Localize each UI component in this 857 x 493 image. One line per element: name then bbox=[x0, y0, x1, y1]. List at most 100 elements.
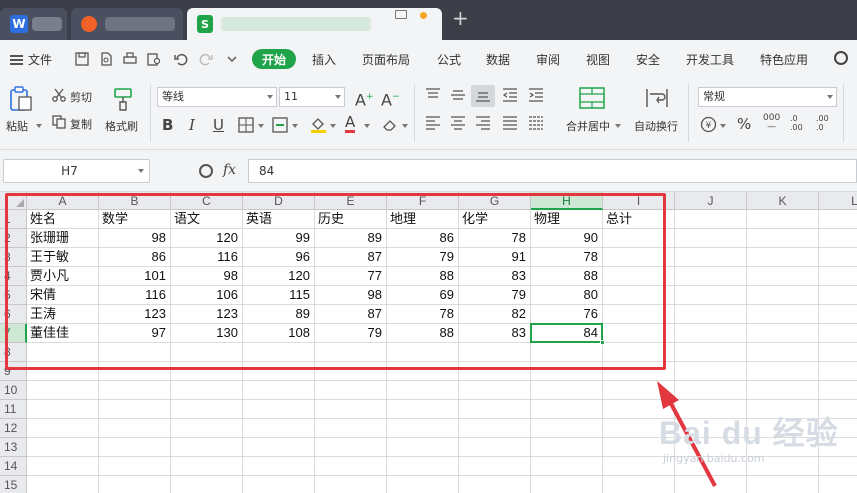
thousands-separator-icon[interactable]: 000— bbox=[763, 114, 780, 132]
column-header-j[interactable]: J bbox=[675, 192, 747, 210]
increase-indent-icon[interactable] bbox=[528, 88, 544, 102]
cell-h11[interactable] bbox=[531, 400, 603, 419]
cell-l4[interactable] bbox=[819, 267, 857, 286]
cell-b15[interactable] bbox=[99, 476, 171, 493]
cell-b13[interactable] bbox=[99, 438, 171, 457]
cell-j8[interactable] bbox=[675, 343, 747, 362]
cell-f11[interactable] bbox=[387, 400, 459, 419]
cell-a15[interactable] bbox=[27, 476, 99, 493]
cell-g12[interactable] bbox=[459, 419, 531, 438]
zoom-formula-icon[interactable] bbox=[199, 164, 213, 178]
cell-f12[interactable] bbox=[387, 419, 459, 438]
align-middle-icon[interactable] bbox=[450, 88, 466, 102]
menu-item-developer[interactable]: 开发工具 bbox=[686, 51, 734, 68]
cell-l1[interactable] bbox=[819, 210, 857, 229]
cell-f13[interactable] bbox=[387, 438, 459, 457]
menu-item-formulas[interactable]: 公式 bbox=[437, 51, 461, 68]
cell-j5[interactable] bbox=[675, 286, 747, 305]
cell-b12[interactable] bbox=[99, 419, 171, 438]
decrease-decimal-icon[interactable]: .00.0 bbox=[816, 114, 829, 132]
name-box[interactable]: H7 bbox=[3, 159, 150, 183]
redo-icon[interactable] bbox=[199, 52, 213, 66]
merge-center-label[interactable]: 合并居中 bbox=[566, 118, 610, 134]
cell-l3[interactable] bbox=[819, 248, 857, 267]
cell-l8[interactable] bbox=[819, 343, 857, 362]
wrap-text-label[interactable]: 自动换行 bbox=[634, 118, 678, 134]
cell-d11[interactable] bbox=[243, 400, 315, 419]
font-name-select[interactable]: 等线 bbox=[157, 87, 277, 107]
cell-k6[interactable] bbox=[747, 305, 819, 324]
cell-l5[interactable] bbox=[819, 286, 857, 305]
print-icon[interactable] bbox=[123, 52, 137, 66]
increase-font-size-icon[interactable]: A+ bbox=[355, 89, 374, 108]
save-icon[interactable] bbox=[75, 52, 89, 66]
cell-j2[interactable] bbox=[675, 229, 747, 248]
cell-c12[interactable] bbox=[171, 419, 243, 438]
copy-icon[interactable] bbox=[52, 115, 66, 129]
cell-a11[interactable] bbox=[27, 400, 99, 419]
add-tab-button[interactable]: + bbox=[452, 8, 469, 28]
decrease-font-size-icon[interactable]: A− bbox=[381, 89, 400, 108]
cell-d10[interactable] bbox=[243, 381, 315, 400]
currency-icon[interactable]: ¥ bbox=[700, 116, 717, 133]
cell-b10[interactable] bbox=[99, 381, 171, 400]
cut-button-label[interactable]: 剪切 bbox=[70, 89, 92, 105]
cell-c10[interactable] bbox=[171, 381, 243, 400]
paste-dropdown-icon[interactable] bbox=[36, 124, 42, 128]
menu-item-data[interactable]: 数据 bbox=[486, 51, 510, 68]
cell-e13[interactable] bbox=[315, 438, 387, 457]
cell-k15[interactable] bbox=[747, 476, 819, 493]
cell-l2[interactable] bbox=[819, 229, 857, 248]
cell-style-icon[interactable] bbox=[272, 117, 288, 133]
cell-e10[interactable] bbox=[315, 381, 387, 400]
undo-icon[interactable] bbox=[174, 52, 188, 66]
format-painter-icon[interactable] bbox=[112, 86, 134, 112]
borders-dropdown-icon[interactable] bbox=[258, 124, 264, 128]
cell-e12[interactable] bbox=[315, 419, 387, 438]
copy-button-label[interactable]: 复制 bbox=[70, 116, 92, 132]
merge-center-dropdown-icon[interactable] bbox=[615, 124, 621, 128]
cell-k7[interactable] bbox=[747, 324, 819, 343]
menu-item-page-layout[interactable]: 页面布局 bbox=[362, 51, 410, 68]
cell-k1[interactable] bbox=[747, 210, 819, 229]
row-header-10[interactable]: 10 bbox=[0, 381, 27, 400]
fill-color-icon[interactable] bbox=[310, 116, 327, 134]
cell-l15[interactable] bbox=[819, 476, 857, 493]
cut-icon[interactable] bbox=[52, 88, 66, 102]
cell-j1[interactable] bbox=[675, 210, 747, 229]
underline-button[interactable]: U bbox=[213, 117, 224, 133]
cell-h13[interactable] bbox=[531, 438, 603, 457]
cell-k3[interactable] bbox=[747, 248, 819, 267]
row-header-12[interactable]: 12 bbox=[0, 419, 27, 438]
cell-l6[interactable] bbox=[819, 305, 857, 324]
cell-f10[interactable] bbox=[387, 381, 459, 400]
cell-a12[interactable] bbox=[27, 419, 99, 438]
align-left-icon[interactable] bbox=[425, 116, 441, 130]
cell-c11[interactable] bbox=[171, 400, 243, 419]
cell-e15[interactable] bbox=[315, 476, 387, 493]
export-pdf-icon[interactable] bbox=[99, 52, 113, 66]
clear-format-icon[interactable] bbox=[382, 117, 398, 133]
cell-e14[interactable] bbox=[315, 457, 387, 476]
clear-format-dropdown-icon[interactable] bbox=[402, 124, 408, 128]
menu-item-view[interactable]: 视图 bbox=[586, 51, 610, 68]
cell-b14[interactable] bbox=[99, 457, 171, 476]
menu-item-security[interactable]: 安全 bbox=[636, 51, 660, 68]
tab-wps-home[interactable]: W bbox=[0, 8, 67, 40]
customize-dropdown-icon[interactable] bbox=[225, 52, 239, 66]
cell-j15[interactable] bbox=[675, 476, 747, 493]
cell-j3[interactable] bbox=[675, 248, 747, 267]
align-center-icon[interactable] bbox=[450, 116, 466, 130]
insert-function-icon[interactable]: fx bbox=[223, 162, 236, 178]
monitor-icon[interactable] bbox=[395, 10, 407, 19]
distributed-align-icon[interactable] bbox=[528, 116, 544, 130]
font-size-select[interactable]: 11 bbox=[279, 87, 345, 107]
cell-style-dropdown-icon[interactable] bbox=[292, 124, 298, 128]
cell-c15[interactable] bbox=[171, 476, 243, 493]
cell-g10[interactable] bbox=[459, 381, 531, 400]
column-header-k[interactable]: K bbox=[747, 192, 819, 210]
cell-l9[interactable] bbox=[819, 362, 857, 381]
menu-item-insert[interactable]: 插入 bbox=[312, 51, 336, 68]
fill-color-dropdown-icon[interactable] bbox=[330, 124, 336, 128]
cell-k9[interactable] bbox=[747, 362, 819, 381]
